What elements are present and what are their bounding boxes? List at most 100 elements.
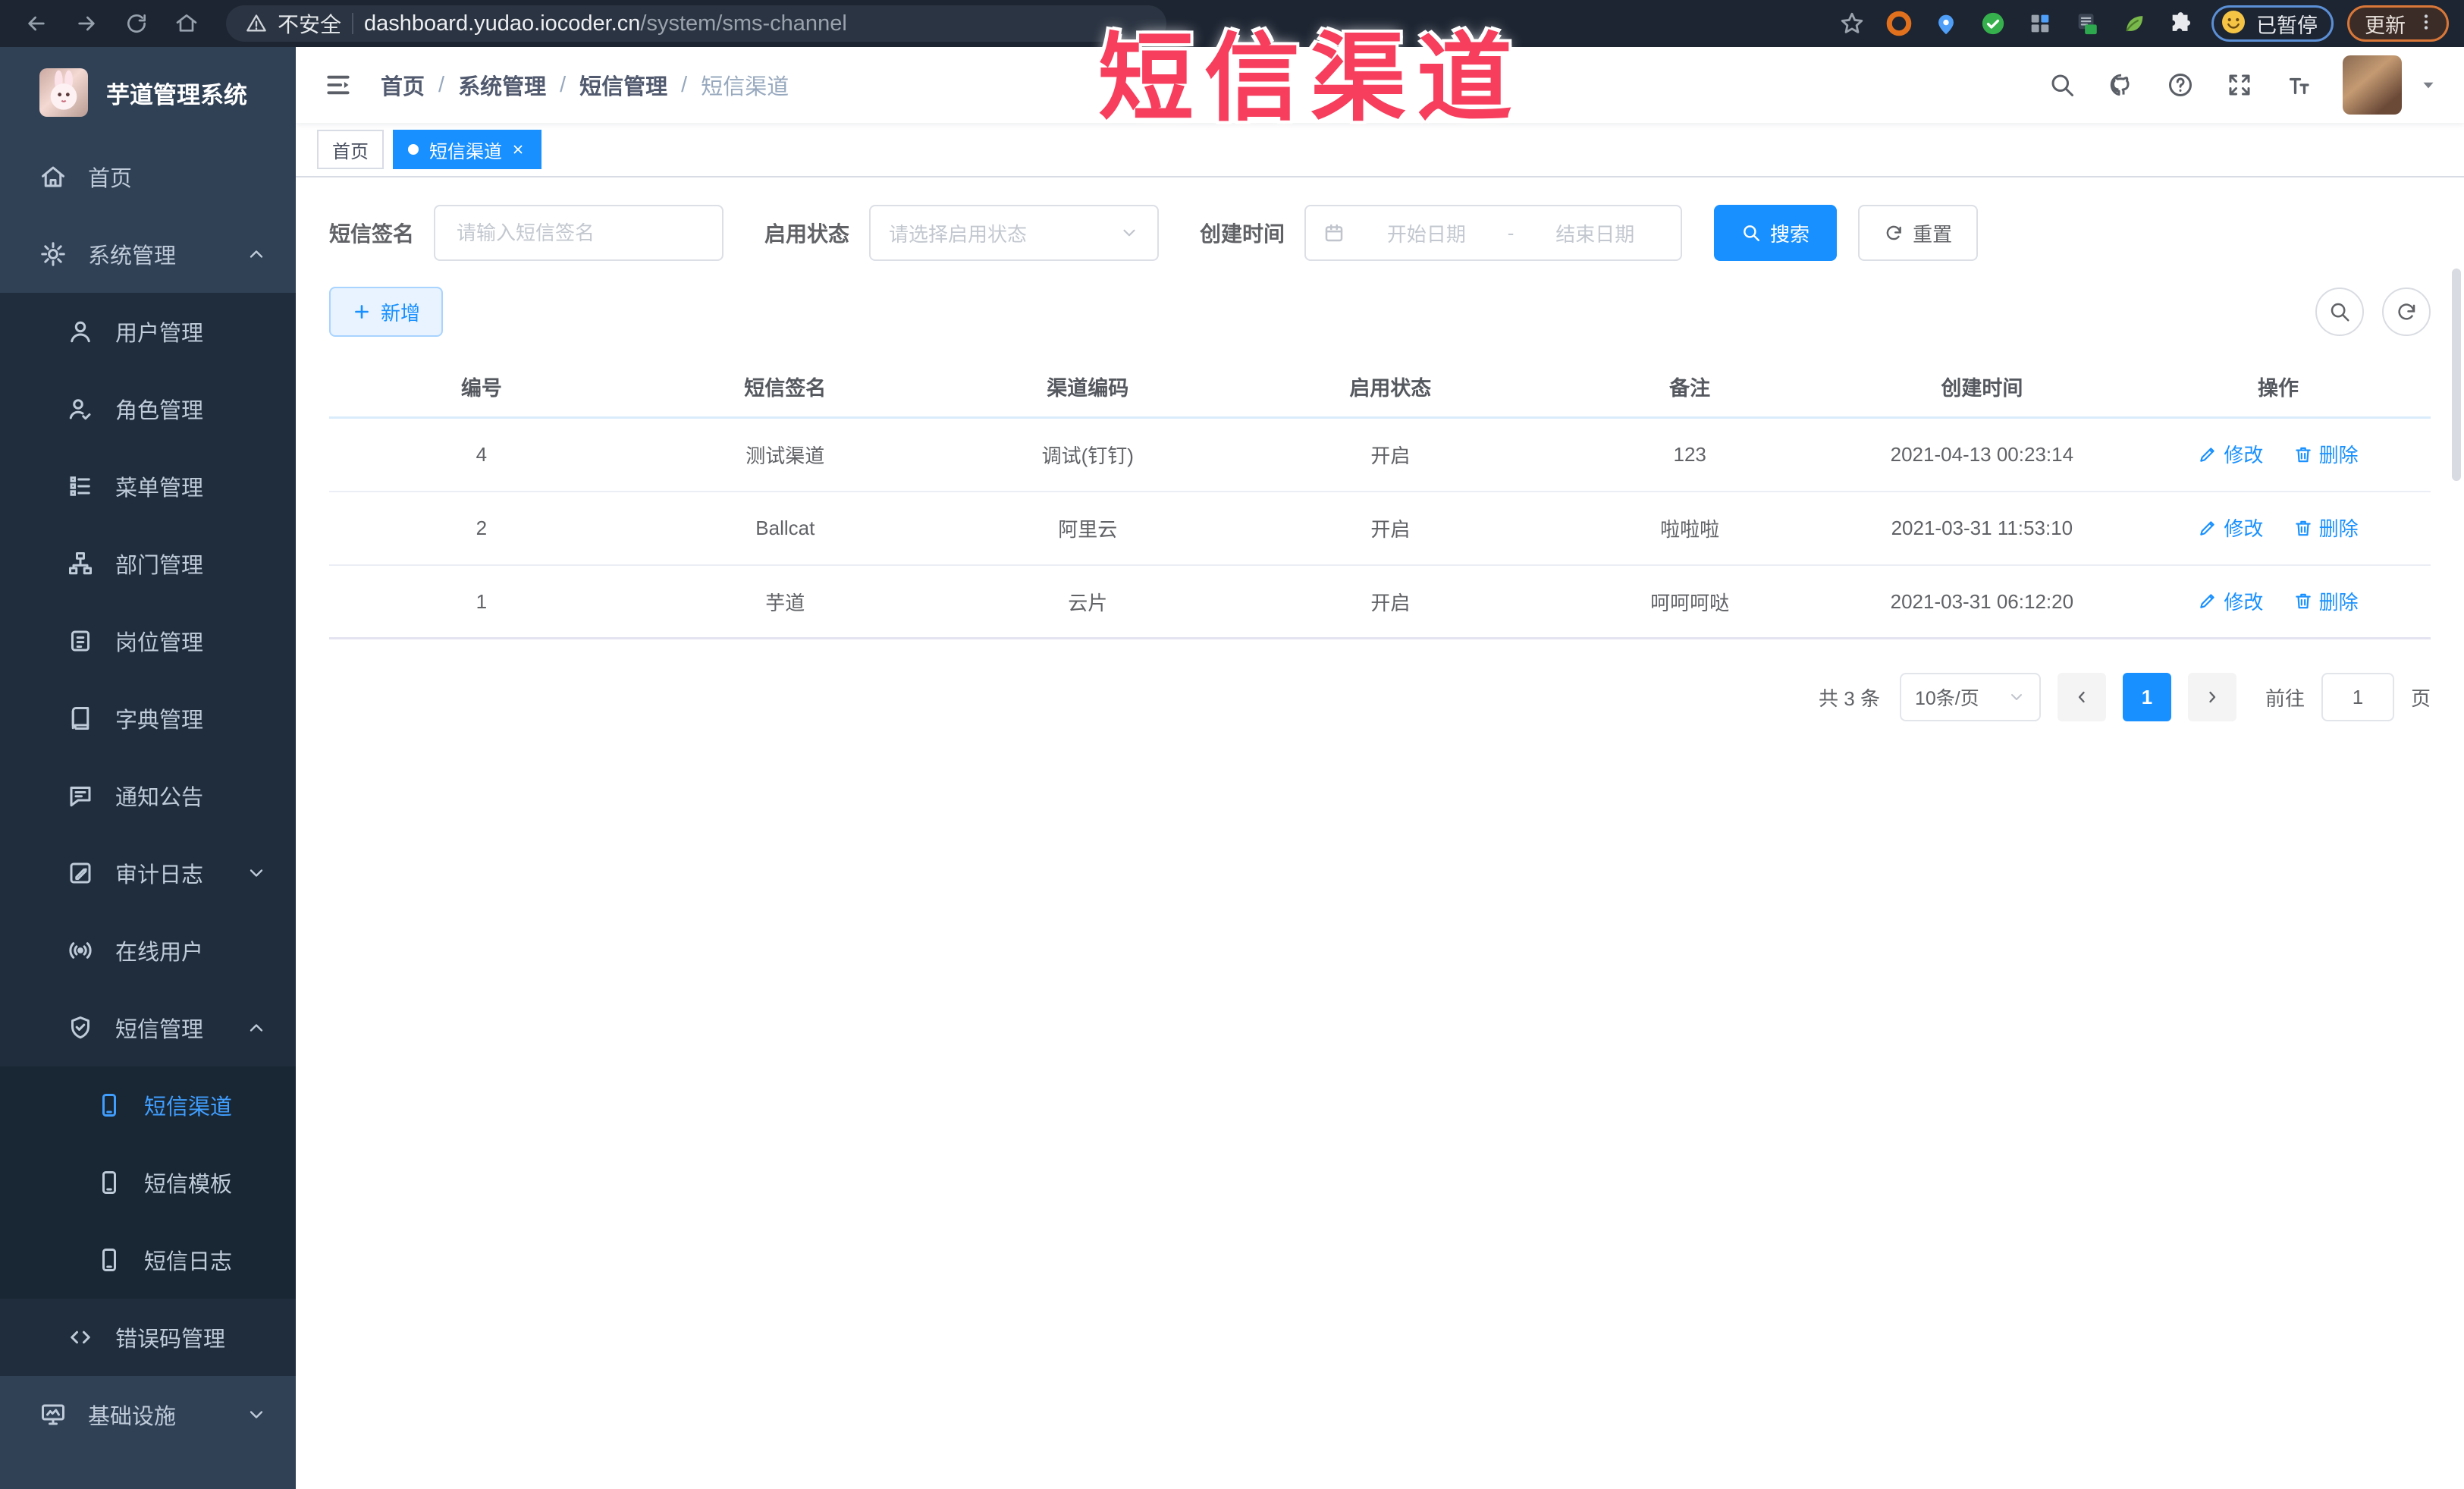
page-url[interactable]: dashboard.yudao.iocoder.cn/system/sms-ch… [364,11,847,36]
content-scrollbar[interactable] [2452,269,2461,481]
breadcrumb-separator: / [560,72,567,97]
chevron-left-icon [2078,691,2085,703]
menu-list-icon [67,473,94,500]
edit-link[interactable]: 修改 [2198,587,2263,615]
phone-icon [96,1092,123,1119]
sidebar-item-menus[interactable]: 菜单管理 [0,448,296,525]
user-avatar[interactable] [2343,55,2402,115]
edit-link[interactable]: 修改 [2198,440,2263,468]
sidebar-item-label: 字典管理 [115,708,204,733]
navbar-actions [2047,55,2438,115]
page-number-1[interactable]: 1 [2122,673,2171,721]
delete-link[interactable]: 删除 [2293,514,2359,542]
phone-icon [96,1169,123,1196]
caret-down-icon[interactable] [2418,75,2438,95]
sidebar-item-system[interactable]: 系统管理 [0,215,296,293]
date-range-picker[interactable]: 开始日期 - 结束日期 [1304,205,1683,261]
sidebar-item-sms-template[interactable]: 短信模板 [0,1144,296,1221]
font-size-icon[interactable] [2284,70,2314,100]
close-icon[interactable] [510,141,526,158]
sign-label: 短信签名 [329,222,415,246]
browser-reload-button[interactable] [115,5,158,42]
sidebar-item-home[interactable]: 首页 [0,138,296,215]
toggle-search-button[interactable] [2315,287,2364,336]
browser-forward-button[interactable] [65,5,108,42]
sign-input[interactable] [434,205,724,261]
table-row[interactable]: 1 芋道 云片 开启 呵呵呵哒 2021-03-31 06:12:20 修改 删… [329,566,2431,639]
security-label[interactable]: 不安全 [278,8,341,39]
sidebar-item-infrastructure[interactable]: 基础设施 [0,1376,296,1453]
browser-update-button[interactable]: 更新 [2347,5,2449,42]
reset-button[interactable]: 重置 [1858,205,1979,261]
sidebar-item-label: 短信管理 [115,1018,204,1042]
browser-home-button[interactable] [165,5,208,42]
delete-label: 删除 [2318,444,2359,467]
help-question-icon[interactable] [2165,70,2196,100]
sidebar-item-label: 基础设施 [88,1405,177,1429]
start-date-placeholder[interactable]: 开始日期 [1358,219,1496,247]
sidebar-item-online-users[interactable]: 在线用户 [0,912,296,989]
hamburger-icon[interactable] [322,68,355,102]
bookmark-star-icon[interactable] [1835,7,1869,40]
edit-link[interactable]: 修改 [2198,514,2263,542]
dictionary-icon [67,705,94,732]
delete-link[interactable]: 删除 [2293,587,2359,615]
sidebar-logo[interactable]: 芋道管理系统 [0,47,296,138]
extension-list-gif-icon[interactable] [2070,7,2104,40]
cell-code: 调试(钉钉) [1041,445,1134,467]
infrastructure-icon [39,1401,67,1428]
sidebar-item-label: 系统管理 [88,244,177,269]
extension-green-check-icon[interactable] [1976,7,2010,40]
table-row[interactable]: 4 测试渠道 调试(钉钉) 开启 123 2021-04-13 00:23:14… [329,419,2431,492]
next-page-button[interactable] [2187,673,2236,721]
breadcrumb-system[interactable]: 系统管理 [458,69,546,101]
refresh-table-button[interactable] [2382,287,2431,336]
sidebar-item-dictionary[interactable]: 字典管理 [0,680,296,757]
sidebar-item-roles[interactable]: 角色管理 [0,370,296,448]
col-header-remark: 备注 [1669,377,1711,400]
sidebar-item-label: 短信模板 [144,1173,233,1197]
app-title: 芋道管理系统 [106,81,247,108]
sms-channel-table: 编号 短信签名 渠道编码 启用状态 备注 创建时间 操作 4 测试渠道 调试(钉… [329,357,2431,639]
url-path: /system/sms-channel [640,11,847,36]
sidebar-item-posts[interactable]: 岗位管理 [0,602,296,680]
tag-home[interactable]: 首页 [317,130,384,169]
sidebar-item-users[interactable]: 用户管理 [0,293,296,370]
table-settings [2315,287,2431,336]
header-search-icon[interactable] [2047,70,2077,100]
sidebar-item-departments[interactable]: 部门管理 [0,525,296,602]
add-button[interactable]: 新增 [329,287,444,337]
browser-address-bar[interactable]: 不安全 dashboard.yudao.iocoder.cn/system/sm… [226,5,1166,42]
extension-orange-shield-icon[interactable] [1882,7,1916,40]
extension-leaf-icon[interactable] [2117,7,2151,40]
extensions-puzzle-icon[interactable] [2164,7,2198,40]
tag-sms-channel[interactable]: 短信渠道 [393,130,541,169]
github-icon[interactable] [2106,70,2136,100]
delete-link[interactable]: 删除 [2293,440,2359,468]
extension-location-pin-icon[interactable] [1929,7,1963,40]
fullscreen-icon[interactable] [2224,70,2255,100]
end-date-placeholder[interactable]: 结束日期 [1526,219,1664,247]
table-row[interactable]: 2 Ballcat 阿里云 开启 啦啦啦 2021-03-31 11:53:10… [329,492,2431,566]
sidebar-item-label: 部门管理 [115,554,204,578]
browser-back-button[interactable] [15,5,58,42]
goto-page-input[interactable] [2321,673,2394,721]
page-size-select[interactable]: 10条/页 [1899,673,2041,721]
profile-paused-badge[interactable]: 已暂停 [2211,5,2334,42]
cell-id: 1 [476,589,488,613]
search-button[interactable]: 搜索 [1714,205,1838,261]
sidebar-item-sms-log[interactable]: 短信日志 [0,1221,296,1299]
sidebar-item-sms-channel[interactable]: 短信渠道 [0,1066,296,1144]
chevron-down-icon [246,1404,267,1425]
sidebar-item-sms-management[interactable]: 短信管理 [0,989,296,1066]
delete-label: 删除 [2318,517,2359,541]
sidebar-item-notices[interactable]: 通知公告 [0,757,296,834]
breadcrumb-sms[interactable]: 短信管理 [579,69,667,101]
prev-page-button[interactable] [2057,673,2106,721]
browser-menu-icon[interactable] [2416,12,2436,36]
extension-grid-icon[interactable] [2023,7,2057,40]
sidebar-item-audit-log[interactable]: 审计日志 [0,834,296,912]
status-select[interactable]: 请选择启用状态 [869,205,1160,261]
sidebar-item-error-codes[interactable]: 错误码管理 [0,1299,296,1376]
breadcrumb-home[interactable]: 首页 [381,69,425,101]
